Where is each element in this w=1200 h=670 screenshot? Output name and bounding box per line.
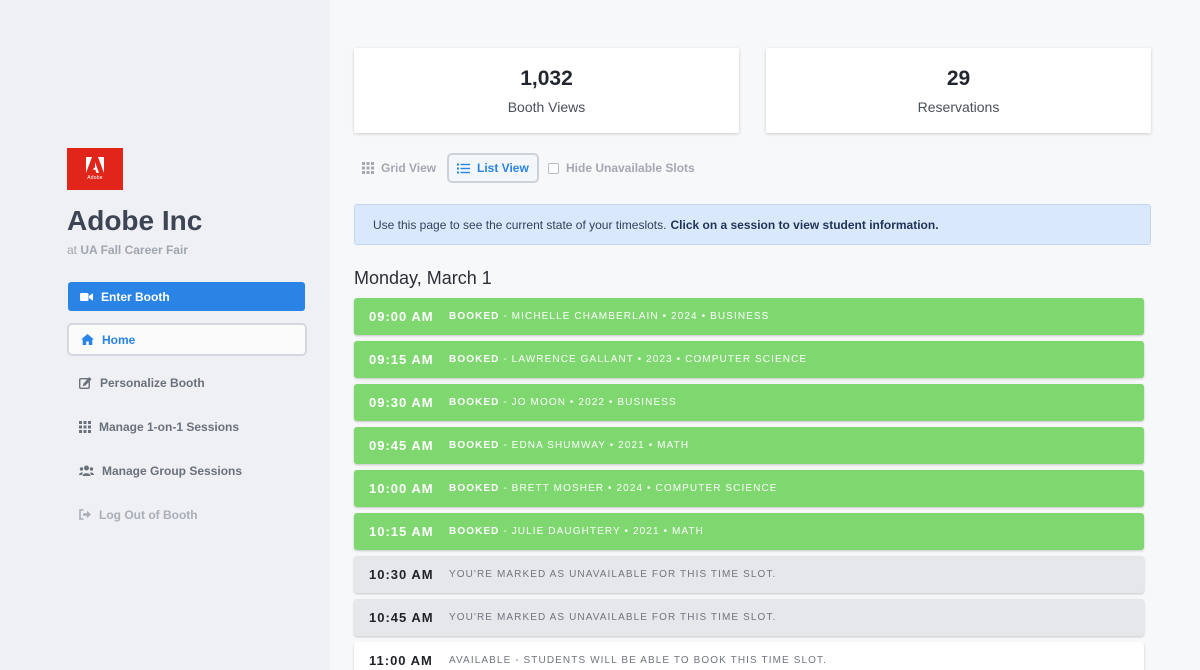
event-name: UA Fall Career Fair <box>80 243 188 257</box>
reservations-card: 29 Reservations <box>766 48 1151 133</box>
nav-item-manage-group-sessions[interactable]: Manage Group Sessions <box>67 454 307 487</box>
slot-time: 09:00 AM <box>369 309 434 324</box>
nav-label: Manage Group Sessions <box>102 463 243 478</box>
slot-detail: - BRETT MOSHER • 2024 • COMPUTER SCIENCE <box>499 483 778 494</box>
sidebar: Adobe Adobe Inc at UA Fall Career Fair E… <box>0 0 330 670</box>
list-icon <box>457 163 470 173</box>
grid-view-label: Grid View <box>381 161 437 175</box>
booth-views-card: 1,032 Booth Views <box>354 48 739 133</box>
slot-detail: - LAWRENCE GALLANT • 2023 • COMPUTER SCI… <box>499 354 808 365</box>
slot-time: 10:45 AM <box>369 610 434 625</box>
grid-icon <box>79 420 91 433</box>
slot-time: 09:30 AM <box>369 395 434 410</box>
date-heading: Monday, March 1 <box>354 268 492 288</box>
hide-unavailable-toggle[interactable]: Hide Unavailable Slots <box>540 153 703 183</box>
timeslot-row[interactable]: 11:00 AM AVAILABLE - STUDENTS WILL BE AB… <box>354 642 1144 670</box>
banner-text: Use this page to see the current state o… <box>373 217 667 232</box>
slot-detail: - JO MOON • 2022 • BUSINESS <box>499 397 677 408</box>
grid-icon <box>362 162 374 174</box>
slot-detail: - MICHELLE CHAMBERLAIN • 2024 • BUSINESS <box>499 311 770 322</box>
adobe-logo-icon <box>86 157 104 173</box>
company-logo: Adobe <box>67 148 123 190</box>
slot-description: BOOKED - JO MOON • 2022 • BUSINESS <box>449 397 677 408</box>
slot-time: 09:15 AM <box>369 352 434 367</box>
banner-bold-text: Click on a session to view student infor… <box>670 217 939 232</box>
nav-item-personalize-booth[interactable]: Personalize Booth <box>67 366 307 399</box>
home-icon <box>81 334 94 345</box>
slot-description: BOOKED - JULIE DAUGHTERY • 2021 • MATH <box>449 526 704 537</box>
slot-time: 09:45 AM <box>369 438 434 453</box>
event-line: at UA Fall Career Fair <box>67 243 188 257</box>
slot-status: BOOKED <box>449 311 500 322</box>
timeslot-row[interactable]: 09:30 AM BOOKED - JO MOON • 2022 • BUSIN… <box>354 384 1144 421</box>
slot-description: YOU'RE MARKED AS UNAVAILABLE FOR THIS TI… <box>449 612 777 623</box>
timeslot-row[interactable]: 10:30 AM YOU'RE MARKED AS UNAVAILABLE FO… <box>354 556 1144 593</box>
edit-icon <box>79 376 92 389</box>
grid-view-button[interactable]: Grid View <box>354 153 444 183</box>
timeslot-row[interactable]: 10:45 AM YOU'RE MARKED AS UNAVAILABLE FO… <box>354 599 1144 636</box>
reservations-label: Reservations <box>917 98 1000 115</box>
slot-status: BOOKED <box>449 354 500 365</box>
slot-description: BOOKED - EDNA SHUMWAY • 2021 • MATH <box>449 440 689 451</box>
hide-unavailable-checkbox[interactable] <box>548 162 559 174</box>
list-view-button[interactable]: List View <box>447 153 539 183</box>
slot-status: BOOKED <box>449 526 500 537</box>
slot-detail: - EDNA SHUMWAY • 2021 • MATH <box>499 440 690 451</box>
enter-booth-label: Enter Booth <box>101 289 170 304</box>
slot-time: 10:00 AM <box>369 481 434 496</box>
slot-time: 10:15 AM <box>369 524 434 539</box>
list-view-label: List View <box>477 161 529 175</box>
reservations-value: 29 <box>946 66 971 90</box>
timeslot-row[interactable]: 09:15 AM BOOKED - LAWRENCE GALLANT • 202… <box>354 341 1144 378</box>
slot-status: BOOKED <box>449 483 500 494</box>
company-name: Adobe Inc <box>67 205 203 236</box>
booth-views-value: 1,032 <box>520 66 573 90</box>
logo-text: Adobe <box>87 175 103 181</box>
timeslot-row[interactable]: 09:00 AM BOOKED - MICHELLE CHAMBERLAIN •… <box>354 298 1144 335</box>
slot-description: BOOKED - MICHELLE CHAMBERLAIN • 2024 • B… <box>449 311 769 322</box>
slot-description: AVAILABLE - STUDENTS WILL BE ABLE TO BOO… <box>449 655 827 666</box>
users-icon <box>79 465 94 476</box>
nav-item-manage-1on1-sessions[interactable]: Manage 1-on-1 Sessions <box>67 410 307 443</box>
slot-time: 11:00 AM <box>369 653 433 668</box>
booth-views-label: Booth Views <box>507 98 586 115</box>
timeslot-row[interactable]: 10:15 AM BOOKED - JULIE DAUGHTERY • 2021… <box>354 513 1144 550</box>
nav-item-log-out-of-booth[interactable]: Log Out of Booth <box>67 498 307 531</box>
slot-detail: - JULIE DAUGHTERY • 2021 • MATH <box>499 526 704 537</box>
slot-description: BOOKED - BRETT MOSHER • 2024 • COMPUTER … <box>449 483 778 494</box>
slot-status: BOOKED <box>449 440 500 451</box>
slot-description: BOOKED - LAWRENCE GALLANT • 2023 • COMPU… <box>449 354 807 365</box>
slot-status: BOOKED <box>449 397 500 408</box>
info-banner: Use this page to see the current state o… <box>354 204 1151 245</box>
enter-booth-button[interactable]: Enter Booth <box>68 282 305 311</box>
nav-label: Home <box>102 332 136 347</box>
slot-description: YOU'RE MARKED AS UNAVAILABLE FOR THIS TI… <box>449 569 777 580</box>
timeslot-row[interactable]: 10:00 AM BOOKED - BRETT MOSHER • 2024 • … <box>354 470 1144 507</box>
sign-out-icon <box>79 509 91 520</box>
event-prefix: at <box>67 243 78 257</box>
timeslot-row[interactable]: 09:45 AM BOOKED - EDNA SHUMWAY • 2021 • … <box>354 427 1144 464</box>
video-camera-icon <box>80 292 93 301</box>
nav-label: Manage 1-on-1 Sessions <box>99 419 240 434</box>
nav-label: Personalize Booth <box>100 375 205 390</box>
slot-time: 10:30 AM <box>369 567 434 582</box>
nav-item-home[interactable]: Home <box>67 323 307 356</box>
hide-unavailable-label: Hide Unavailable Slots <box>566 161 695 175</box>
nav-label: Log Out of Booth <box>99 507 198 522</box>
